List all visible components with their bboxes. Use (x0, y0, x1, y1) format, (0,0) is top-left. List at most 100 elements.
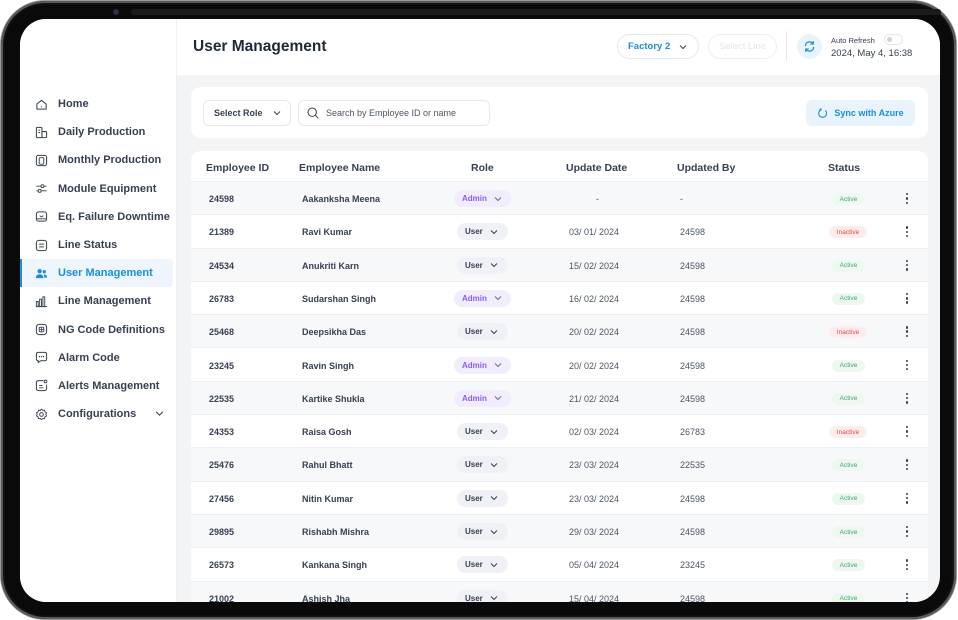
more-options-icon[interactable] (902, 324, 912, 339)
table-row[interactable]: 21002 Ashish Jha User 15/ 04/ 2024 24598 Acti… (191, 581, 928, 602)
table-row[interactable]: 24534 Anukriti Karn User 15/ 02/ 2024 24598 A… (191, 248, 928, 282)
employee-id: 24353 (209, 427, 235, 438)
more-options-icon[interactable] (902, 291, 912, 306)
employee-name: Raisa Gosh (302, 427, 352, 438)
role-dropdown[interactable]: User (457, 456, 508, 474)
more-options-icon[interactable] (902, 391, 912, 406)
more-options-icon[interactable] (902, 424, 912, 439)
more-options-icon[interactable] (902, 258, 912, 273)
status-badge: Active (832, 259, 865, 272)
sidebar-nav: Home Daily Production Monthly Production Mo… (20, 90, 177, 428)
table-row[interactable]: 29895 Rishabh Mishra User 29/ 03/ 2024 24598… (191, 515, 928, 549)
role-value: User (465, 460, 483, 470)
sidebar-item-ng-code-definitions[interactable]: NG Code Definitions (20, 316, 177, 344)
role-dropdown[interactable]: Admin (454, 356, 511, 374)
role-value: User (465, 560, 483, 570)
column-header-status[interactable]: Status (828, 162, 860, 174)
column-header-update-date[interactable]: Update Date (566, 162, 627, 174)
chevron-down-icon (494, 396, 502, 401)
column-header-updated-by[interactable]: Updated By (677, 162, 735, 174)
table-row[interactable]: 26783 Sudarshan Singh Admin 16/ 02/ 2024 245… (191, 282, 928, 316)
employee-name: Kartike Shukla (302, 393, 365, 404)
updated-by: 22535 (680, 460, 706, 471)
more-options-icon[interactable] (902, 491, 912, 506)
table-row[interactable]: 21389 Ravi Kumar User 03/ 01/ 2024 24598 Inac… (191, 215, 928, 249)
more-options-icon[interactable] (902, 457, 912, 472)
updated-by: 26783 (680, 427, 706, 438)
sidebar-item-line-status[interactable]: Line Status (20, 231, 177, 259)
code-grid-icon (34, 323, 48, 337)
role-dropdown[interactable]: User (457, 523, 508, 540)
table-row[interactable]: 25476 Rahul Bhatt User 23/ 03/ 2024 22535 Act… (191, 448, 928, 482)
sync-icon (818, 107, 828, 118)
bar-chart-icon (34, 294, 48, 308)
sidebar-item-home[interactable]: Home (20, 90, 177, 118)
sidebar-item-alarm-code[interactable]: Alarm Code (20, 344, 177, 372)
table-row[interactable]: 23245 Ravin Singh Admin 20/ 02/ 2024 24598 Ac… (191, 349, 928, 382)
chevron-down-icon[interactable] (154, 408, 165, 419)
role-dropdown[interactable]: Admin (454, 289, 511, 307)
factory-select[interactable]: Factory 2 (617, 34, 699, 59)
employee-id: 25476 (209, 460, 235, 471)
updated-by: 24598 (680, 227, 706, 238)
search-input[interactable] (326, 108, 476, 118)
table-row[interactable]: 24353 Raisa Gosh User 02/ 03/ 2024 26783 Inac… (191, 415, 928, 449)
role-dropdown[interactable]: Admin (454, 389, 511, 407)
column-header-employee-id[interactable]: Employee ID (206, 162, 269, 174)
sidebar-item-alerts-management[interactable]: Alerts Management (20, 372, 177, 400)
sidebar-item-label: Alerts Management (58, 379, 160, 392)
more-options-icon[interactable] (902, 591, 912, 602)
role-dropdown[interactable]: User (457, 423, 508, 441)
more-options-icon[interactable] (902, 191, 912, 206)
role-dropdown[interactable]: User (457, 556, 508, 574)
sidebar-item-daily-production[interactable]: Daily Production (20, 118, 177, 146)
update-date: 23/ 03/ 2024 (569, 493, 620, 504)
auto-refresh-toggle[interactable] (884, 34, 903, 45)
update-date: 15/ 02/ 2024 (569, 260, 620, 271)
more-options-icon[interactable] (902, 524, 912, 539)
refresh-button[interactable] (797, 34, 822, 59)
users-table: Employee ID Employee Name Role Update Da… (191, 151, 928, 602)
role-dropdown[interactable]: User (457, 489, 508, 507)
column-header-employee-name[interactable]: Employee Name (299, 162, 380, 174)
sidebar-item-monthly-production[interactable]: Monthly Production (20, 146, 177, 174)
table-row[interactable]: 26573 Kankana Singh User 05/ 04/ 2024 23245 A… (191, 548, 928, 582)
updated-by: 24598 (680, 360, 706, 371)
chevron-down-icon (273, 111, 280, 116)
sync-with-azure-button[interactable]: Sync with Azure (806, 100, 915, 126)
sidebar-item-label: Alarm Code (58, 351, 120, 364)
table-row[interactable]: 27456 Nitin Kumar User 23/ 03/ 2024 24598 Act… (191, 482, 928, 515)
more-options-icon[interactable] (902, 224, 912, 239)
table-row[interactable]: 22535 Kartike Shukla Admin 21/ 02/ 2024 2459… (191, 381, 928, 416)
employee-name: Ravin Singh (302, 360, 355, 371)
role-dropdown[interactable]: User (457, 589, 508, 602)
table-row[interactable]: 24598 Aakanksha Meena Admin - - Active (191, 182, 928, 216)
employee-name: Ravi Kumar (302, 227, 353, 238)
sidebar-item-configurations[interactable]: Configurations (20, 400, 177, 428)
more-options-icon[interactable] (902, 557, 912, 572)
role-dropdown[interactable]: User (457, 223, 508, 241)
role-dropdown[interactable]: Admin (454, 190, 511, 207)
message-dots-icon (34, 351, 48, 365)
more-options-icon[interactable] (902, 358, 912, 373)
role-dropdown[interactable]: User (457, 256, 508, 274)
filter-bar: Select Role Sync with Azure (191, 87, 928, 138)
sidebar-item-eq-failure-downtime[interactable]: Eq. Failure Downtime (20, 203, 177, 231)
failure-icon (34, 210, 48, 224)
status-badge: Active (832, 193, 865, 205)
sidebar-item-line-management[interactable]: Line Management (20, 287, 177, 315)
column-header-role[interactable]: Role (471, 162, 494, 174)
updated-by: 23245 (680, 560, 706, 571)
employee-name: Deepsikha Das (302, 327, 367, 338)
sidebar-item-module-equipment[interactable]: Module Equipment (20, 175, 177, 203)
sidebar-item-user-management[interactable]: User Management (20, 259, 173, 288)
role-value: User (465, 427, 483, 437)
app-screen: Home Daily Production Monthly Production Mo… (20, 19, 940, 602)
role-select[interactable]: Select Role (203, 100, 291, 126)
sync-button-label: Sync with Azure (834, 108, 904, 118)
chevron-down-icon (490, 496, 498, 501)
line-select[interactable]: Select Line (708, 34, 777, 59)
table-row[interactable]: 25468 Deepsikha Das User 20/ 02/ 2024 24598 I… (191, 315, 928, 349)
role-dropdown[interactable]: User (457, 323, 508, 341)
update-date: 15/ 04/ 2024 (569, 593, 620, 602)
